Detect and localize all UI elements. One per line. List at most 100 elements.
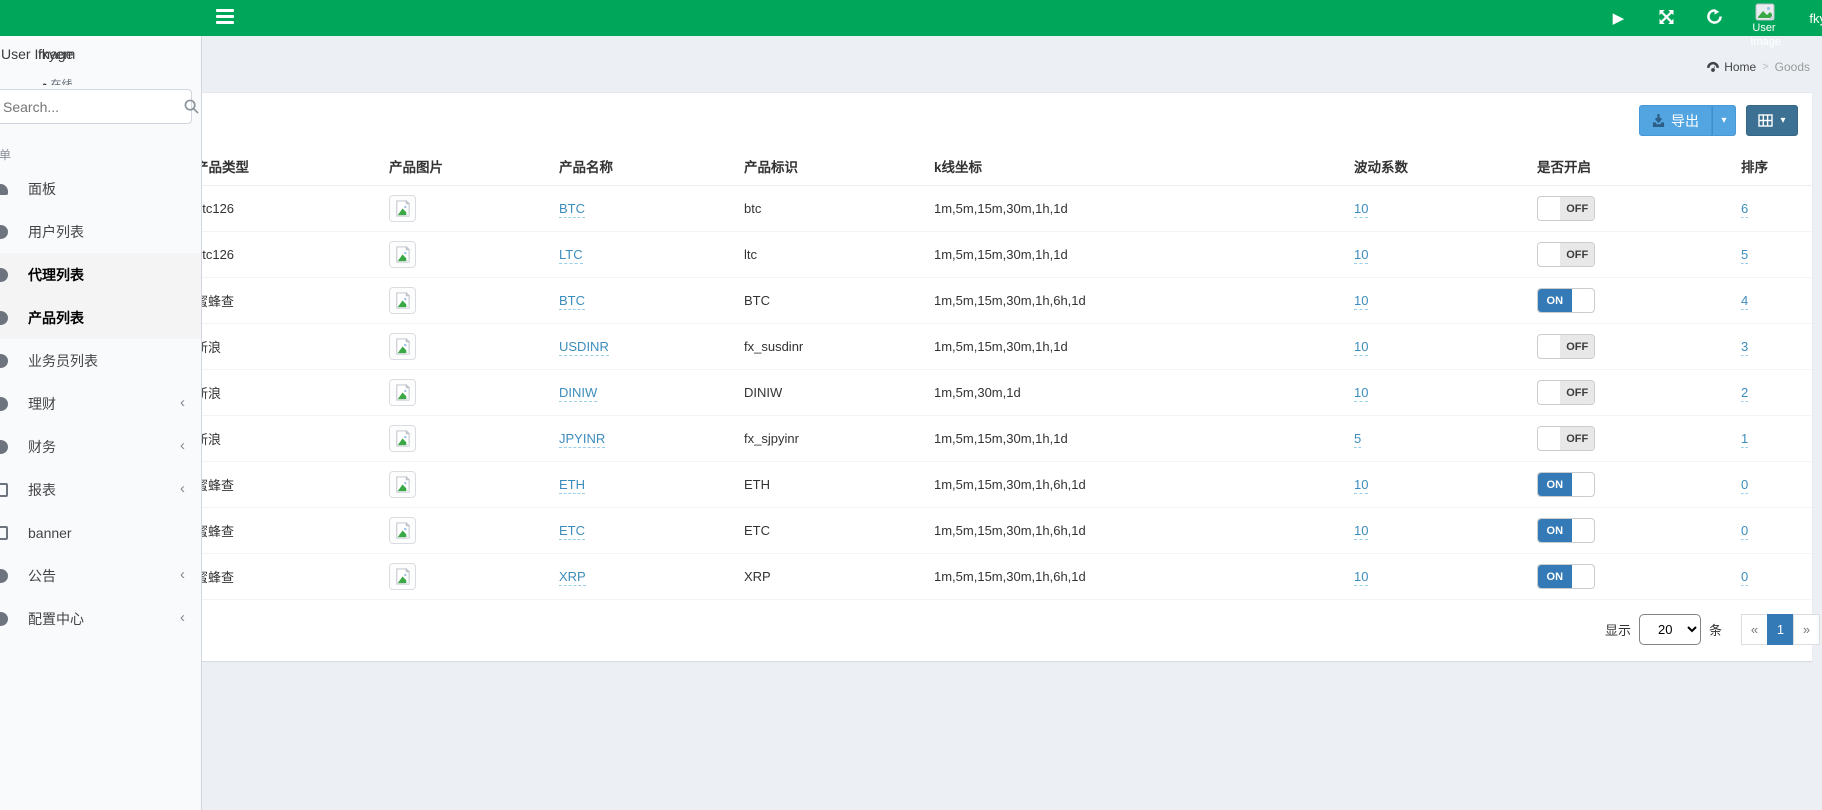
sort-editable-link[interactable]: 0 bbox=[1741, 569, 1748, 586]
coefficient-editable-link[interactable]: 10 bbox=[1354, 523, 1368, 540]
cell-product-type: 新浪 bbox=[177, 324, 371, 370]
pager-prev-button[interactable]: « bbox=[1741, 614, 1768, 645]
sidebar-menu-item[interactable]: 财务 ‹ bbox=[0, 425, 201, 468]
product-name-editable-link[interactable]: ETH bbox=[559, 477, 585, 494]
product-name-editable-link[interactable]: ETC bbox=[559, 523, 585, 540]
cell-kline: 1m,5m,15m,30m,1h,1d bbox=[916, 186, 1336, 232]
cell-product-code: btc bbox=[726, 186, 916, 232]
table-header-row: 产品类型 产品图片 产品名称 产品标识 k线坐标 波动系数 是否开启 排序 bbox=[177, 146, 1812, 186]
sort-editable-link[interactable]: 6 bbox=[1741, 201, 1748, 218]
sidebar-item-label: 产品列表 bbox=[28, 308, 84, 328]
product-name-editable-link[interactable]: XRP bbox=[559, 569, 586, 586]
sidebar-menu-item[interactable]: banner ‹ bbox=[0, 511, 201, 554]
sort-editable-link[interactable]: 0 bbox=[1741, 477, 1748, 494]
sort-editable-link[interactable]: 1 bbox=[1741, 431, 1748, 448]
coefficient-editable-link[interactable]: 10 bbox=[1354, 569, 1368, 586]
sidebar-menu-item[interactable]: 配置中心 ‹ bbox=[0, 597, 201, 640]
coefficient-editable-link[interactable]: 10 bbox=[1354, 477, 1368, 494]
fullscreen-icon[interactable] bbox=[1657, 10, 1675, 27]
cell-enabled: OFF bbox=[1519, 232, 1723, 278]
cell-enabled: OFF bbox=[1519, 416, 1723, 462]
col-header-enabled: 是否开启 bbox=[1519, 146, 1723, 186]
coefficient-editable-link[interactable]: 10 bbox=[1354, 247, 1368, 264]
page-size-unit: 条 bbox=[1709, 620, 1722, 639]
coefficient-editable-link[interactable]: 5 bbox=[1354, 431, 1361, 448]
enable-toggle[interactable]: OFF bbox=[1537, 426, 1595, 451]
sort-editable-link[interactable]: 4 bbox=[1741, 293, 1748, 310]
enable-toggle[interactable]: ON bbox=[1537, 472, 1595, 497]
page-size-select[interactable]: 20 bbox=[1639, 614, 1701, 645]
col-header-coefficient: 波动系数 bbox=[1336, 146, 1519, 186]
pager-page-1-button[interactable]: 1 bbox=[1767, 614, 1794, 645]
cell-coefficient: 10 bbox=[1336, 508, 1519, 554]
coefficient-editable-link[interactable]: 10 bbox=[1354, 201, 1368, 218]
enable-toggle[interactable]: ON bbox=[1537, 288, 1595, 313]
cell-product-name: BTC bbox=[541, 278, 726, 324]
search-icon bbox=[184, 99, 199, 114]
search-input[interactable] bbox=[0, 99, 184, 115]
sidebar-item-label: 代理列表 bbox=[28, 265, 84, 285]
product-name-editable-link[interactable]: JPYINR bbox=[559, 431, 605, 448]
cell-kline: 1m,5m,15m,30m,1h,6h,1d bbox=[916, 462, 1336, 508]
cell-kline: 1m,5m,15m,30m,1h,6h,1d bbox=[916, 554, 1336, 600]
export-button[interactable]: 导出 bbox=[1639, 105, 1712, 136]
sidebar-menu-item[interactable]: 代理列表 ‹ bbox=[0, 253, 201, 296]
cell-coefficient: 10 bbox=[1336, 186, 1519, 232]
sidebar-username: fkyem bbox=[38, 46, 75, 62]
refresh-icon[interactable] bbox=[1705, 9, 1723, 27]
sort-editable-link[interactable]: 5 bbox=[1741, 247, 1748, 264]
sidebar-menu-item[interactable]: 产品列表 ‹ bbox=[0, 296, 201, 339]
sort-editable-link[interactable]: 2 bbox=[1741, 385, 1748, 402]
product-name-editable-link[interactable]: DINIW bbox=[559, 385, 597, 402]
pager: « 1 » bbox=[1742, 614, 1820, 645]
product-thumbnail bbox=[389, 333, 416, 360]
coefficient-editable-link[interactable]: 10 bbox=[1354, 385, 1368, 402]
table-row: btc126 BTC btc 1m,5m,15m,30m,1h,1d 10 bbox=[177, 186, 1812, 232]
product-name-editable-link[interactable]: BTC bbox=[559, 293, 585, 310]
reports-icon bbox=[0, 483, 8, 497]
cell-product-type: btc126 bbox=[177, 186, 371, 232]
cell-kline: 1m,5m,30m,1d bbox=[916, 370, 1336, 416]
column-visibility-button[interactable]: ▾ bbox=[1746, 105, 1798, 136]
sidebar-menu-item[interactable]: 公告 ‹ bbox=[0, 554, 201, 597]
cell-enabled: ON bbox=[1519, 508, 1723, 554]
coefficient-editable-link[interactable]: 10 bbox=[1354, 339, 1368, 356]
toggle-state-label: ON bbox=[1538, 565, 1572, 588]
products-icon bbox=[0, 311, 8, 325]
avatar-alt-text: User bbox=[1752, 22, 1775, 34]
sidebar-menu-item[interactable]: 报表 ‹ bbox=[0, 468, 201, 511]
navbar-user-avatar[interactable]: User Image bbox=[1753, 0, 1779, 36]
breadcrumb-home-link[interactable]: Home bbox=[1706, 60, 1756, 74]
pager-next-button[interactable]: » bbox=[1793, 614, 1820, 645]
sidebar-menu-item[interactable]: 用户列表 ‹ bbox=[0, 210, 201, 253]
sidebar-menu-item[interactable]: 理财 ‹ bbox=[0, 382, 201, 425]
sidebar-menu: 面板 ‹ 用户列表 ‹ 代理列表 ‹ 产品列表 ‹ bbox=[0, 167, 201, 640]
main-sidebar: User Image fkyem ● 在线 菜单 面板 ‹ 用户列表 ‹ bbox=[0, 36, 202, 810]
enable-toggle[interactable]: OFF bbox=[1537, 196, 1595, 221]
user-online-status[interactable]: ● 在线 bbox=[0, 76, 201, 85]
sort-editable-link[interactable]: 0 bbox=[1741, 523, 1748, 540]
coefficient-editable-link[interactable]: 10 bbox=[1354, 293, 1368, 310]
sidebar-menu-item[interactable]: 业务员列表 ‹ bbox=[0, 339, 201, 382]
table-row: 新浪 DINIW DINIW 1m,5m,30m,1d 10 OFF bbox=[177, 370, 1812, 416]
sidebar-menu-item[interactable]: 面板 ‹ bbox=[0, 167, 201, 210]
cell-product-image bbox=[371, 508, 541, 554]
search-button[interactable] bbox=[184, 90, 199, 123]
product-name-editable-link[interactable]: USDINR bbox=[559, 339, 609, 356]
navbar-username[interactable]: fky bbox=[1809, 11, 1822, 26]
broken-image-icon bbox=[394, 384, 411, 401]
enable-toggle[interactable]: OFF bbox=[1537, 334, 1595, 359]
enable-toggle[interactable]: ON bbox=[1537, 564, 1595, 589]
export-dropdown-caret[interactable]: ▾ bbox=[1712, 105, 1736, 136]
enable-toggle[interactable]: OFF bbox=[1537, 242, 1595, 267]
chevron-left-icon: ‹ bbox=[180, 394, 185, 411]
play-icon[interactable]: ▶ bbox=[1609, 11, 1627, 26]
product-name-editable-link[interactable]: LTC bbox=[559, 247, 583, 264]
sidebar-toggle-menu-icon[interactable] bbox=[216, 9, 234, 25]
product-name-editable-link[interactable]: BTC bbox=[559, 201, 585, 218]
enable-toggle[interactable]: OFF bbox=[1537, 380, 1595, 405]
sort-editable-link[interactable]: 3 bbox=[1741, 339, 1748, 356]
export-split-button: 导出 ▾ bbox=[1639, 105, 1736, 136]
goods-panel: 导出 ▾ ▾ 产品类型 产品图片 产品名称 产品标识 bbox=[177, 92, 1812, 661]
enable-toggle[interactable]: ON bbox=[1537, 518, 1595, 543]
